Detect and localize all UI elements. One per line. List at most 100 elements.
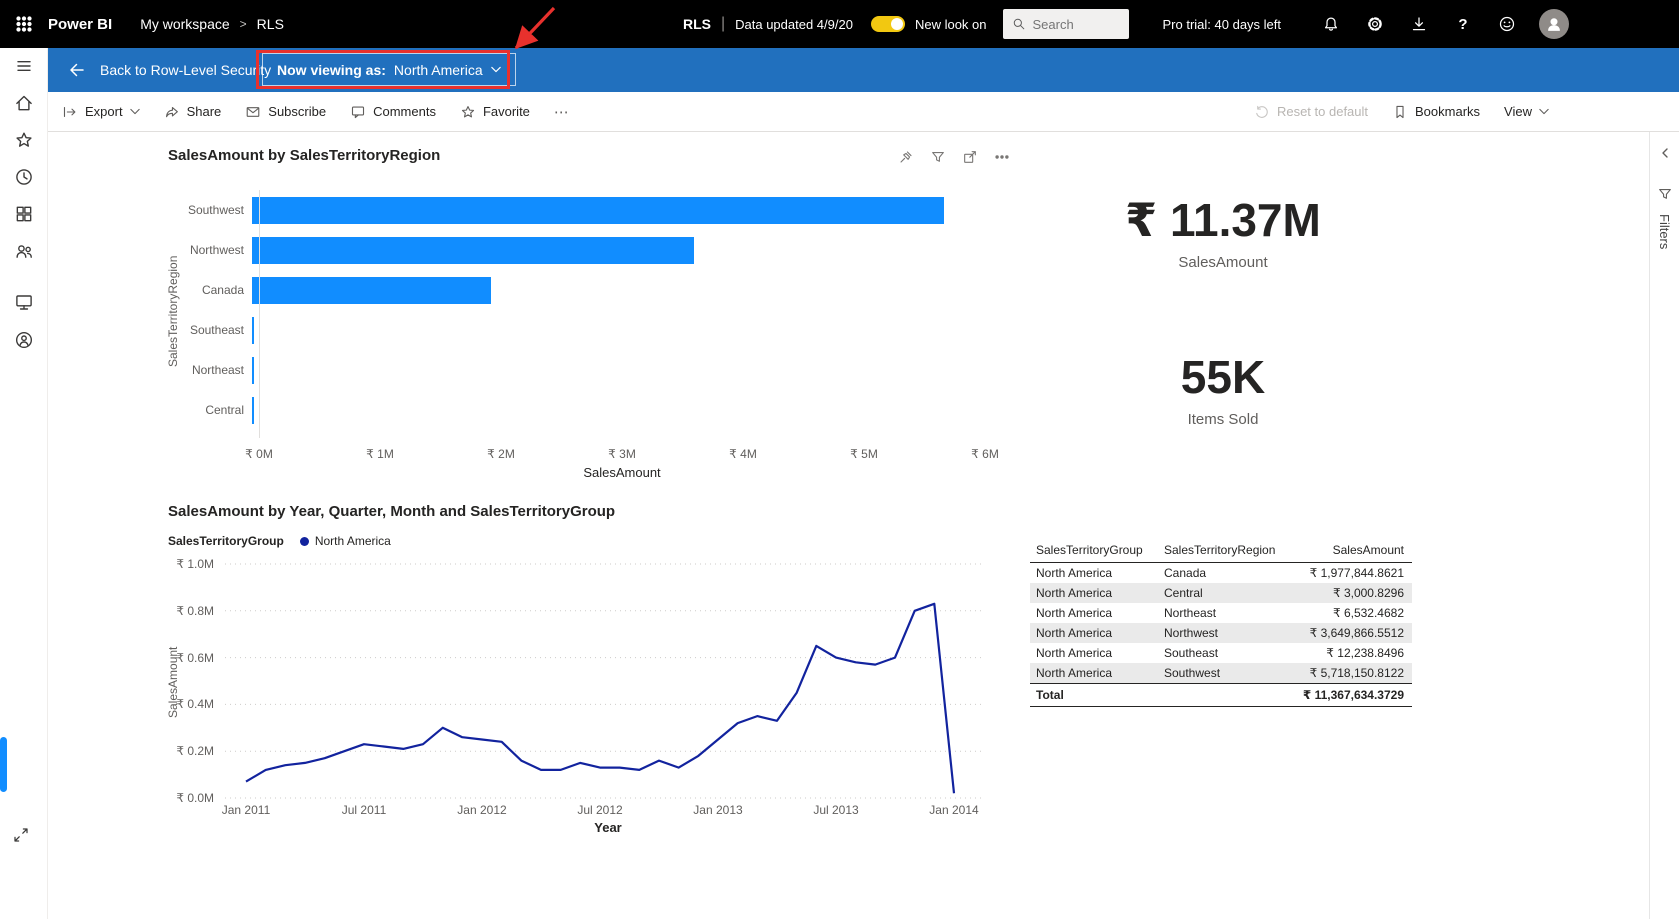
nav-workspaces-icon[interactable] [12,290,36,314]
visual-header-icons [898,149,1010,165]
focus-mode-icon[interactable] [962,149,978,165]
bar-x-tick: ₹ 6M [971,447,999,461]
breadcrumb-workspace[interactable]: My workspace [140,16,229,32]
search-input[interactable] [1033,17,1115,32]
table-header-cell[interactable]: SalesAmount [1288,538,1412,563]
bar-x-tick: ₹ 4M [729,447,757,461]
nav-home-icon[interactable] [12,91,36,115]
search-box[interactable] [1003,9,1129,39]
export-button[interactable]: Export [62,104,140,120]
nav-my-workspace-icon[interactable] [12,328,36,352]
user-avatar[interactable] [1539,9,1569,39]
table-total-cell [1158,684,1288,707]
topbar-right-group: Pro trial: 40 days left ? [1163,0,1679,48]
table-cell: Southeast [1158,643,1288,663]
top-app-bar: Power BI My workspace > RLS RLS | Data u… [0,0,1679,48]
nav-apps-grid-icon[interactable] [12,202,36,226]
comments-button[interactable]: Comments [350,104,436,120]
pro-trial-text[interactable]: Pro trial: 40 days left [1163,17,1282,32]
expand-filters-chevron-icon[interactable] [1658,146,1672,160]
comments-label: Comments [373,104,436,119]
table-header-cell[interactable]: SalesTerritoryGroup [1030,538,1158,563]
bar-segment[interactable] [252,357,254,384]
table-cell: Northwest [1158,623,1288,643]
export-icon [62,104,78,120]
subscribe-button[interactable]: Subscribe [245,104,326,120]
now-viewing-as-dropdown[interactable]: Now viewing as: North America [262,53,516,86]
back-button-label: Back to Row-Level Security [100,62,271,78]
filters-funnel-icon[interactable] [1657,186,1673,202]
pin-icon[interactable] [898,149,914,165]
bookmark-icon [1392,104,1408,120]
nav-favorites-star-icon[interactable] [12,128,36,152]
nav-shared-with-me-icon[interactable] [12,239,36,263]
filter-funnel-icon[interactable] [930,149,946,165]
bar-segment[interactable] [252,277,491,304]
filters-pane-title[interactable]: Filters [1657,214,1672,249]
nav-recent-clock-icon[interactable] [12,165,36,189]
expand-fullscreen-icon[interactable] [12,826,30,844]
table-row[interactable]: North AmericaNorthwest₹ 3,649,866.5512 [1030,623,1412,643]
nav-menu-icon[interactable] [12,54,36,78]
feedback-smiley-icon[interactable] [1485,0,1529,48]
help-icon[interactable]: ? [1441,0,1485,48]
more-options-icon[interactable] [994,149,1010,165]
line-y-ticks: ₹ 1.0M₹ 0.8M₹ 0.6M₹ 0.4M₹ 0.2M₹ 0.0M [148,557,214,807]
settings-gear-icon[interactable] [1353,0,1397,48]
bookmarks-button[interactable]: Bookmarks [1392,104,1480,120]
view-label: View [1504,104,1532,119]
powerbi-brand[interactable]: Power BI [48,16,112,33]
bar-row: Southwest [168,190,990,230]
back-button[interactable]: Back to Row-Level Security [68,48,271,92]
nav-scroll-indicator[interactable] [0,737,7,792]
waffle-menu-icon[interactable] [0,0,48,48]
legend-series-name: North America [315,534,391,548]
bar-track [252,197,990,224]
table-row[interactable]: North AmericaSoutheast₹ 12,238.8496 [1030,643,1412,663]
subscribe-label: Subscribe [268,104,326,119]
report-toolbar: Export Share Subscribe Comments Favorite… [48,92,1679,132]
share-label: Share [187,104,222,119]
table-header-cell[interactable]: SalesTerritoryRegion [1158,538,1288,563]
data-updated-text: Data updated 4/9/20 [735,17,853,32]
bar-x-tick: ₹ 3M [608,447,636,461]
line-x-tick: Jan 2014 [929,803,978,817]
line-plot-svg[interactable] [225,562,985,800]
bar-segment[interactable] [252,397,254,424]
table-cell: North America [1030,623,1158,643]
share-button[interactable]: Share [164,104,222,120]
line-chart-x-axis-title: Year [594,820,621,835]
view-button[interactable]: View [1504,104,1549,119]
notifications-bell-icon[interactable] [1309,0,1353,48]
bar-category-label: Southeast [168,323,252,337]
line-series[interactable] [246,604,954,794]
table-row[interactable]: North AmericaNortheast₹ 6,532.4682 [1030,603,1412,623]
table-total-cell: Total [1030,684,1158,707]
favorite-button[interactable]: Favorite [460,104,530,120]
bar-chart-title: SalesAmount by SalesTerritoryRegion [168,147,440,164]
bar-segment[interactable] [252,317,254,344]
filters-pane-collapsed: Filters [1649,132,1679,919]
line-x-tick: Jan 2013 [693,803,742,817]
table-cell: ₹ 12,238.8496 [1288,643,1412,663]
table-row[interactable]: North AmericaSouthwest₹ 5,718,150.8122 [1030,663,1412,684]
bar-segment[interactable] [252,197,944,224]
legend-dot [300,537,309,546]
topbar-divider: | [721,15,725,33]
bar-category-label: Central [168,403,252,417]
bar-chart-x-axis-title: SalesAmount [583,465,660,480]
line-y-tick: ₹ 0.2M [148,744,214,758]
legend-item[interactable]: North America [300,534,391,548]
left-nav-sidebar [0,48,48,919]
table-row[interactable]: North AmericaCentral₹ 3,000.8296 [1030,583,1412,603]
bar-x-tick: ₹ 2M [487,447,515,461]
table-row[interactable]: North AmericaCanada₹ 1,977,844.8621 [1030,563,1412,584]
more-options-icon[interactable]: ⋯ [554,103,571,121]
line-x-tick: Jul 2012 [577,803,622,817]
reset-to-default-button[interactable]: Reset to default [1254,104,1368,120]
download-icon[interactable] [1397,0,1441,48]
bar-segment[interactable] [252,237,694,264]
reset-label: Reset to default [1277,104,1368,119]
new-look-toggle[interactable] [871,16,905,32]
breadcrumb-report[interactable]: RLS [257,16,284,32]
